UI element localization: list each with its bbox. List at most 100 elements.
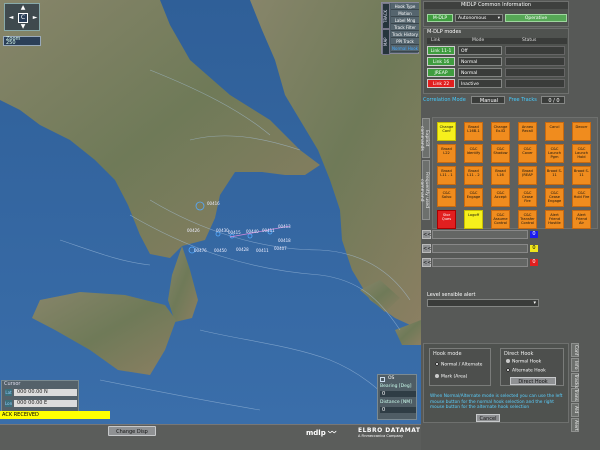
menu-label-mng[interactable]: Label Mng <box>391 17 419 24</box>
alert-select[interactable]: ▾ <box>427 299 539 307</box>
command-button[interactable]: Logoff <box>464 210 483 229</box>
expand-button[interactable]: << <box>422 230 431 239</box>
command-button[interactable]: C&C Cease Fire <box>518 188 537 207</box>
side-tab[interactable]: Info <box>571 358 579 372</box>
message-field[interactable] <box>432 230 528 239</box>
command-button[interactable]: C&C Assume Control <box>491 210 510 229</box>
command-button[interactable]: Alert Friend Hostile <box>545 210 564 229</box>
expand-button[interactable]: << <box>422 258 431 267</box>
command-button[interactable]: C&C Launch Pgm <box>545 144 564 163</box>
radio-alternate-hook[interactable]: Alternate Hook <box>506 368 546 374</box>
map-pan-pad[interactable]: ▲ ▼ ◄ ► C <box>4 3 40 31</box>
command-button[interactable]: C&C Cover <box>518 144 537 163</box>
change-display-button[interactable]: Change Disp <box>108 426 156 436</box>
operative-status-button[interactable]: Operative <box>505 14 567 22</box>
link-name[interactable]: JREAP <box>427 68 455 77</box>
track-label[interactable]: 00440 <box>246 229 259 234</box>
track-label[interactable]: 00411 <box>262 228 275 233</box>
command-button[interactable]: C&C Identify <box>464 144 483 163</box>
menu-motion[interactable]: Motion <box>391 10 419 17</box>
pan-right-icon[interactable]: ► <box>31 14 39 21</box>
link-mode-select[interactable]: Off <box>458 46 502 55</box>
menu-hook-type[interactable]: Hook Type <box>391 3 419 10</box>
track-label[interactable]: 00413 <box>278 224 291 229</box>
side-tab[interactable]: Alert <box>571 418 579 432</box>
command-button[interactable]: C&C Engage <box>464 188 483 207</box>
message-field[interactable] <box>432 244 528 253</box>
mode-select[interactable]: Autonomous ▾ <box>455 14 503 22</box>
track-label[interactable]: 00430 <box>216 228 229 233</box>
command-button[interactable]: Change Ex.ID <box>491 122 510 141</box>
command-button[interactable]: C&C Hold Fire <box>572 188 591 207</box>
link-name[interactable]: Link 22 <box>427 79 455 88</box>
expand-button[interactable]: << <box>422 244 431 253</box>
mdlp-mode-button[interactable]: M-DLP <box>427 14 453 22</box>
side-tab[interactable]: Tracks <box>571 373 579 388</box>
track-label[interactable]: 00450 <box>214 248 227 253</box>
link-name[interactable]: Link 11-1 <box>427 46 455 55</box>
command-button[interactable]: Broad S-11 <box>545 166 564 185</box>
message-field[interactable] <box>432 258 528 267</box>
menu-ppi-track[interactable]: PPI Track <box>391 38 419 45</box>
tab-explicit-commands[interactable]: Explicit commands <box>419 118 430 158</box>
pan-down-icon[interactable]: ▼ <box>19 23 27 30</box>
link-mode-select[interactable]: Normal <box>458 57 502 66</box>
command-button[interactable]: Change Conf <box>437 122 456 141</box>
command-button[interactable]: C&C Transfer Control <box>518 210 537 229</box>
command-button[interactable]: Broad L11 - 2 <box>464 166 483 185</box>
command-button[interactable]: Alert Friend Air <box>572 210 591 229</box>
command-button[interactable]: Broad L11 - 1 <box>437 166 456 185</box>
zoom-value[interactable]: 250 <box>6 41 40 46</box>
pan-up-icon[interactable]: ▲ <box>19 4 27 11</box>
zoom-control[interactable]: Zoom 250 <box>3 36 41 46</box>
command-button[interactable]: C&C Launch Hold <box>572 144 591 163</box>
link-row[interactable]: Link 22 Inactive <box>427 79 567 88</box>
side-tab[interactable]: Ald <box>571 403 579 417</box>
command-button[interactable]: Broad L16B-1 <box>464 122 483 141</box>
os-checkbox[interactable] <box>380 377 385 382</box>
map-canvas[interactable] <box>0 0 421 424</box>
side-tab[interactable]: Trans <box>571 388 579 402</box>
side-tab[interactable]: Conf <box>571 343 579 357</box>
radio-normal-alternate[interactable]: Normal / Alternate <box>435 362 482 368</box>
track-label[interactable]: 00415 <box>228 230 241 235</box>
correlation-value[interactable]: Manual <box>471 96 505 104</box>
command-button[interactable]: C&C Cease Engage <box>545 188 564 207</box>
command-button[interactable]: Annex Recall <box>518 122 537 141</box>
link-mode-select[interactable]: Normal <box>458 68 502 77</box>
radio-normal-hook[interactable]: Normal Hook <box>506 359 541 365</box>
pan-left-icon[interactable]: ◄ <box>7 14 15 21</box>
track-label[interactable]: 00418 <box>278 238 291 243</box>
track-side-tab[interactable]: TRACK <box>382 3 390 29</box>
menu-track-history[interactable]: Track History <box>391 31 419 38</box>
tab-frequent-commands[interactable]: Frequently used command <box>419 160 430 220</box>
link-row[interactable]: JREAP Normal <box>427 68 567 77</box>
track-label[interactable]: 00426 <box>187 228 200 233</box>
track-label[interactable]: 00411 <box>256 248 269 253</box>
radio-mark-area[interactable]: Mark (Area) <box>435 374 467 380</box>
command-button[interactable]: C&C Accept <box>491 188 510 207</box>
command-button[interactable]: Broad L22 <box>437 144 456 163</box>
command-button[interactable]: C&C Salvo <box>437 188 456 207</box>
command-button[interactable]: Cancl <box>545 122 564 141</box>
center-button[interactable]: C <box>18 13 28 23</box>
tactical-map[interactable]: 00416 00426 00430 00415 00440 00411 0041… <box>0 0 421 424</box>
command-button[interactable]: Broad JREAP <box>518 166 537 185</box>
command-button[interactable]: Stor Ques <box>437 210 456 229</box>
link-row[interactable]: Link 11-1 Off <box>427 46 567 55</box>
track-label[interactable]: 00416 <box>207 201 220 206</box>
link-mode-select[interactable]: Inactive <box>458 79 502 88</box>
cancel-button[interactable]: Cancel <box>476 414 500 422</box>
command-button[interactable]: Decorr <box>572 122 591 141</box>
direct-hook-button[interactable]: Direct Hook <box>510 377 556 385</box>
link-row[interactable]: Link 16 Normal <box>427 57 567 66</box>
link-name[interactable]: Link 16 <box>427 57 455 66</box>
track-label[interactable]: 00476 <box>194 248 207 253</box>
menu-track-filter[interactable]: Track Filter <box>391 24 419 31</box>
command-button[interactable]: Broad S-11 <box>572 166 591 185</box>
command-button[interactable]: Broad L16 <box>491 166 510 185</box>
command-button[interactable]: C&C Shadow <box>491 144 510 163</box>
menu-normal-hook[interactable]: Normal Hook <box>391 45 419 52</box>
map-side-tab[interactable]: MAP <box>382 29 390 55</box>
track-label[interactable]: 00428 <box>236 247 249 252</box>
